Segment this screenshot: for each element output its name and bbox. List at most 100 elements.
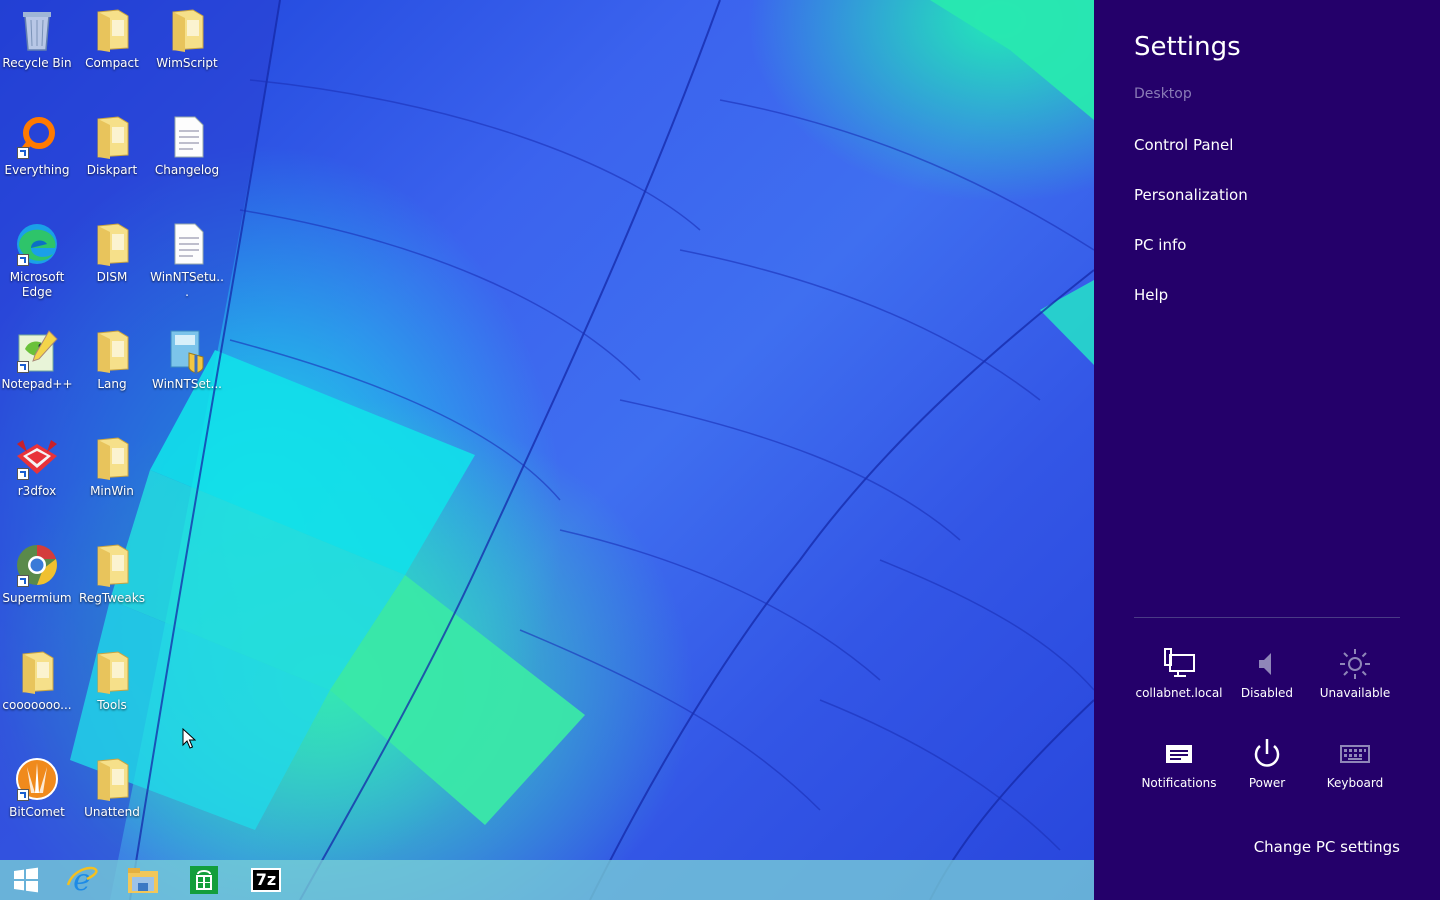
everything-icon <box>13 113 61 161</box>
desktop-icon-label: Everything <box>4 163 70 177</box>
desktop-icon-cooooooo[interactable]: cooooooo... <box>0 648 74 713</box>
folder-icon <box>88 648 136 696</box>
desktop-icon-label: WinNTSet... <box>152 377 222 391</box>
desktop-icon-label: Diskpart <box>86 163 138 177</box>
desktop-icon-label: WinNTSetu... <box>150 270 224 299</box>
store-icon <box>190 866 218 894</box>
desktop-icon-unattend[interactable]: Unattend <box>75 755 149 820</box>
menu-item-pc-info[interactable]: PC info <box>1134 236 1186 254</box>
shortcut-arrow-icon <box>17 254 29 266</box>
r3dfox-icon <box>13 434 61 482</box>
quick-keyboard-button[interactable]: Keyboard <box>1310 736 1400 790</box>
keyboard-icon <box>1337 736 1373 772</box>
edge-icon <box>13 220 61 268</box>
quick-network-button[interactable]: collabnet.local <box>1134 646 1224 700</box>
desktop-icon-label: r3dfox <box>17 484 57 498</box>
folder-icon <box>88 327 136 375</box>
desktop-icon-label: cooooooo... <box>2 698 72 712</box>
shortcut-arrow-icon <box>17 789 29 801</box>
desktop-icon-label: Tools <box>97 698 127 712</box>
power-icon <box>1249 736 1285 772</box>
menu-item-personalization[interactable]: Personalization <box>1134 186 1248 204</box>
document-icon <box>163 113 211 161</box>
desktop-icon-wimscript[interactable]: WimScript <box>150 6 224 71</box>
quick-brightness-label: Unavailable <box>1319 686 1391 700</box>
quick-volume-label: Disabled <box>1240 686 1294 700</box>
menu-item-help[interactable]: Help <box>1134 286 1168 304</box>
desktop-icon-minwin[interactable]: MinWin <box>75 434 149 499</box>
desktop-icon-label: RegTweaks <box>79 591 145 605</box>
start-button[interactable] <box>0 862 52 898</box>
shortcut-arrow-icon <box>17 575 29 587</box>
desktop-icon-diskpart[interactable]: Diskpart <box>75 113 149 178</box>
quick-brightness-button[interactable]: Unavailable <box>1310 646 1400 700</box>
internet-explorer-icon: e <box>66 863 98 897</box>
quick-power-label: Power <box>1248 776 1286 790</box>
desktop-icon-winntset[interactable]: WinNTSet... <box>150 327 224 392</box>
network-icon <box>1161 646 1197 682</box>
folder-icon <box>88 113 136 161</box>
desktop-icon-label: Notepad++ <box>1 377 73 391</box>
desktop-icon-label: MinWin <box>90 484 134 498</box>
desktop-icon-label: WimScript <box>156 56 218 70</box>
folder-icon <box>88 755 136 803</box>
desktop-icon-tools[interactable]: Tools <box>75 648 149 713</box>
desktop-icon-dism[interactable]: DISM <box>75 220 149 285</box>
desktop-icon-lang[interactable]: Lang <box>75 327 149 392</box>
quick-volume-button[interactable]: Disabled <box>1222 646 1312 700</box>
desktop-icon-compact[interactable]: Compact <box>75 6 149 71</box>
setup-app-icon <box>163 327 211 375</box>
quick-notifications-button[interactable]: Notifications <box>1134 736 1224 790</box>
desktop-icon-label: Lang <box>97 377 127 391</box>
folder-icon <box>88 541 136 589</box>
desktop-icon-label: Compact <box>85 56 139 70</box>
desktop-icon-changelog[interactable]: Changelog <box>150 113 224 178</box>
folder-icon <box>13 648 61 696</box>
shortcut-arrow-icon <box>17 147 29 159</box>
folder-icon <box>163 6 211 54</box>
desktop-icon-label: Microsoft Edge <box>9 270 65 299</box>
folder-icon <box>88 6 136 54</box>
windows-logo-icon <box>14 867 38 893</box>
shortcut-arrow-icon <box>17 361 29 373</box>
bitcomet-icon <box>13 755 61 803</box>
settings-charm: Settings Desktop Control Panel Personali… <box>1094 0 1440 900</box>
desktop-icon-everything[interactable]: Everything <box>0 113 74 178</box>
document-icon <box>163 220 211 268</box>
desktop-icon-microsoft-edge[interactable]: Microsoft Edge <box>0 220 74 300</box>
supermium-icon <box>13 541 61 589</box>
desktop-icon-r3dfox[interactable]: r3dfox <box>0 434 74 499</box>
internet-explorer-taskbar-button[interactable]: e <box>56 862 108 898</box>
desktop-icon-supermium[interactable]: Supermium <box>0 541 74 606</box>
desktop-icon-bitcomet[interactable]: BitComet <box>0 755 74 820</box>
desktop-icon-winntsetu[interactable]: WinNTSetu... <box>150 220 224 300</box>
desktop-icon-notepad[interactable]: Notepad++ <box>0 327 74 392</box>
store-taskbar-button[interactable] <box>178 862 230 898</box>
desktop-icon-recycle-bin[interactable]: Recycle Bin <box>0 6 74 71</box>
taskbar: e 7z <box>0 860 1094 900</box>
mouse-cursor-icon <box>182 727 197 754</box>
settings-divider <box>1134 617 1400 618</box>
quick-power-button[interactable]: Power <box>1222 736 1312 790</box>
desktop-icon-label: BitComet <box>9 805 65 819</box>
folder-icon <box>88 220 136 268</box>
change-pc-settings-link[interactable]: Change PC settings <box>1254 838 1400 856</box>
desktop-icon-label: Recycle Bin <box>2 56 72 70</box>
desktop-icon-regtweaks[interactable]: RegTweaks <box>75 541 149 606</box>
folder-icon <box>88 434 136 482</box>
file-explorer-icon <box>128 868 158 893</box>
notepadpp-icon <box>13 327 61 375</box>
shortcut-arrow-icon <box>17 468 29 480</box>
volume-icon <box>1249 646 1285 682</box>
desktop-icon-label: DISM <box>96 270 128 284</box>
notifications-icon <box>1161 736 1197 772</box>
file-explorer-taskbar-button[interactable] <box>117 862 169 898</box>
brightness-icon <box>1337 646 1373 682</box>
desktop-icon-label: Changelog <box>154 163 220 177</box>
7zip-taskbar-button[interactable]: 7z <box>240 862 292 898</box>
menu-item-control-panel[interactable]: Control Panel <box>1134 136 1233 154</box>
quick-network-label: collabnet.local <box>1135 686 1223 700</box>
7zip-icon: 7z <box>251 868 281 892</box>
7zip-label: 7z <box>255 870 277 889</box>
recycle-bin-icon <box>13 6 61 54</box>
